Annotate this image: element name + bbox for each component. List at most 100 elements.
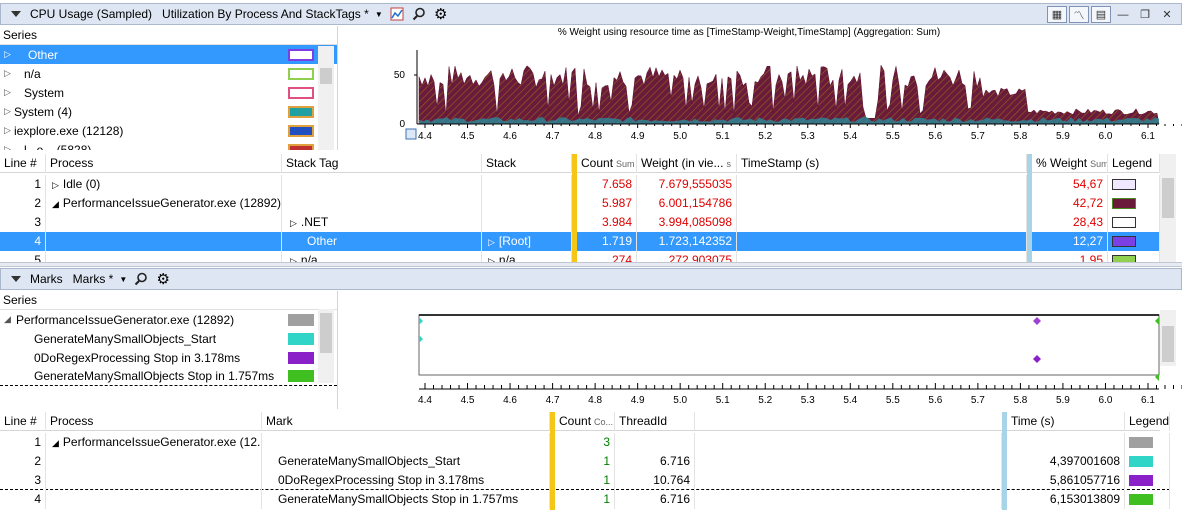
minimize-icon[interactable]: — (1113, 6, 1133, 23)
expand-icon[interactable]: ▷ (488, 237, 495, 247)
expand-icon[interactable]: ▷ (0, 68, 14, 79)
column-header[interactable]: Stack Tag (282, 154, 482, 173)
weight-cell: 1.723,142352 (637, 232, 737, 251)
column-header[interactable]: Process (46, 412, 262, 431)
graph-table-view-icon[interactable]: ▤ (1091, 6, 1111, 23)
pct-weight-cell: 42,72 (1032, 194, 1108, 213)
gear-icon[interactable]: ⚙ (433, 6, 449, 23)
column-header[interactable]: Line # (0, 412, 46, 431)
collapse-icon[interactable] (11, 276, 21, 282)
column-header[interactable]: Mark (262, 412, 550, 431)
restore-icon[interactable]: ❐ (1135, 6, 1155, 23)
timestamp-cell (737, 232, 1027, 251)
column-header[interactable]: Time (s) (1007, 412, 1125, 431)
count-cell: 1 (555, 471, 615, 490)
column-header[interactable]: Line # (0, 154, 46, 173)
line-number: 4 (0, 490, 46, 509)
expand-icon[interactable]: ▷ (0, 49, 14, 60)
thread-id-cell: 10.764 (615, 471, 695, 490)
count-cell: 1.719 (577, 232, 637, 251)
marks-chart-scrollbar[interactable] (1160, 310, 1176, 366)
series-item[interactable]: ▷ Other (0, 45, 337, 64)
process-cell: ▷ Idle (0) (46, 175, 282, 194)
table-view-icon[interactable]: ▦ (1047, 6, 1067, 23)
cpu-area-chart[interactable]: 50 0 4.4 4.5 4.6 4.7 4.8 4.9 5.0 5.1 5.2 5.3 5.4 5.5 5… (339, 26, 1182, 150)
cpu-usage-area (418, 64, 1160, 125)
table-row[interactable]: 4 GenerateManySmallObjects Stop in 1.757m… (0, 490, 1170, 509)
column-header[interactable]: Count Sum (577, 154, 637, 173)
stack-cell: ▷ n/a (482, 251, 572, 262)
view-selector[interactable]: Utilization By Process And StackTags * (162, 7, 369, 21)
table-row[interactable]: 5 ▷ n/a ▷ n/a 274 272,903075 1,95 (0, 251, 1160, 262)
legend-swatch (1129, 494, 1153, 506)
column-header[interactable]: Count Co... (555, 412, 615, 431)
marks-gold-bar[interactable] (550, 412, 555, 510)
table-row[interactable]: 2 GenerateManySmallObjects_Start 1 6.716 4,3… (0, 452, 1170, 471)
column-header[interactable]: TimeStamp (s) (737, 154, 1027, 173)
series-item[interactable]: ▷ n/a (0, 64, 337, 83)
series-item[interactable]: ▷ iexplore.exe (12128) (0, 121, 337, 140)
series-item[interactable]: GenerateManySmallObjects Stop in 1.757ms (0, 367, 337, 386)
expand-icon[interactable]: ▷ (0, 106, 14, 117)
expand-icon[interactable]: ▷ (0, 125, 14, 136)
marks-blue-bar[interactable] (1002, 412, 1007, 510)
table-row[interactable]: 4 Other ▷ [Root] 1.719 1.723,142352 12,27 (0, 232, 1160, 251)
gear-icon[interactable]: ⚙ (155, 271, 171, 288)
x-tick-label: 5.1 (716, 131, 730, 142)
cpu-blue-bar[interactable] (1027, 154, 1032, 262)
collapse-icon[interactable]: ◢ (52, 199, 59, 209)
legend-cell (1108, 232, 1160, 251)
x-tick-label: 4.5 (461, 395, 475, 406)
cpu-series-scrollbar[interactable] (318, 46, 334, 150)
graph-view-icon[interactable]: 〽 (1069, 6, 1089, 23)
table-row[interactable]: 1 ▷ Idle (0) 7.658 7.679,555035 54,67 (0, 175, 1160, 194)
collapse-icon[interactable] (11, 11, 21, 17)
expand-icon[interactable]: ▷ (0, 87, 14, 98)
view-selector[interactable]: Marks * (73, 272, 114, 286)
series-item[interactable]: 0DoRegexProcessing Stop in 3.178ms (0, 348, 337, 367)
pct-weight-cell: 28,43 (1032, 213, 1108, 232)
legend-swatch (1129, 456, 1153, 468)
series-item[interactable]: ▷ l...e... (5828) (0, 140, 337, 150)
mark-cell (262, 433, 550, 452)
column-header[interactable]: Weight (in vie... s (637, 154, 737, 173)
legend-swatch (1129, 475, 1153, 487)
chevron-down-icon[interactable]: ▼ (375, 10, 383, 19)
series-item[interactable]: ▷ System (0, 83, 337, 102)
column-header[interactable]: Legend (1108, 154, 1160, 173)
series-item[interactable]: ▷ System (4) (0, 102, 337, 121)
collapse-icon[interactable]: ◢ (52, 438, 59, 448)
search-icon[interactable] (411, 6, 427, 22)
cpu-table-scrollbar[interactable] (1160, 154, 1176, 262)
expand-icon[interactable]: ▷ (52, 180, 59, 190)
column-header[interactable]: Stack (482, 154, 572, 173)
table-row[interactable]: 3 ▷ .NET 3.984 3.994,085098 28,43 (0, 213, 1160, 232)
panel-splitter[interactable] (0, 262, 1182, 267)
marks-series-scrollbar[interactable] (318, 309, 334, 383)
expand-icon[interactable]: ▷ (0, 144, 14, 150)
table-row[interactable]: 2 ◢ PerformanceIssueGenerator.exe (12892) 5… (0, 194, 1160, 213)
table-row[interactable]: 1 ◢ PerformanceIssueGenerator.exe (12... 3 (0, 433, 1170, 452)
table-row[interactable]: 3 0DoRegexProcessing Stop in 3.178ms 1 10.7… (0, 471, 1170, 490)
search-icon[interactable] (133, 271, 149, 287)
chart-type-icon[interactable] (389, 6, 405, 22)
marks-timeline-chart[interactable]: 4.4 4.5 4.6 4.7 4.8 4.9 5.0 5.1 5.2 5.3 5.4 5.5 5.6 5… (339, 291, 1182, 409)
table-header: Line # Process Mark Count Co... ThreadId Time … (0, 412, 1170, 431)
expand-icon[interactable]: ▷ (290, 218, 297, 228)
legend-swatch (1112, 198, 1136, 210)
close-icon[interactable]: ✕ (1157, 6, 1177, 23)
cpu-gold-bar[interactable] (572, 154, 577, 262)
column-header[interactable]: Legend (1125, 412, 1170, 431)
stack-tag-cell: ▷ .NET (282, 213, 482, 232)
x-tick-label: 4.7 (546, 395, 560, 406)
column-header[interactable]: % Weight Sum (1032, 154, 1108, 173)
column-header[interactable]: ThreadId (615, 412, 695, 431)
x-tick-label: 6.0 (1099, 131, 1113, 142)
chevron-down-icon[interactable]: ▼ (119, 275, 127, 284)
stack-tag-cell (282, 175, 482, 194)
column-header[interactable]: Process (46, 154, 282, 173)
series-item[interactable]: ◢ PerformanceIssueGenerator.exe (12892) (0, 310, 337, 329)
x-tick-label: 5.6 (928, 131, 942, 142)
series-item[interactable]: GenerateManySmallObjects_Start (0, 329, 337, 348)
collapse-icon[interactable]: ◢ (0, 314, 14, 325)
